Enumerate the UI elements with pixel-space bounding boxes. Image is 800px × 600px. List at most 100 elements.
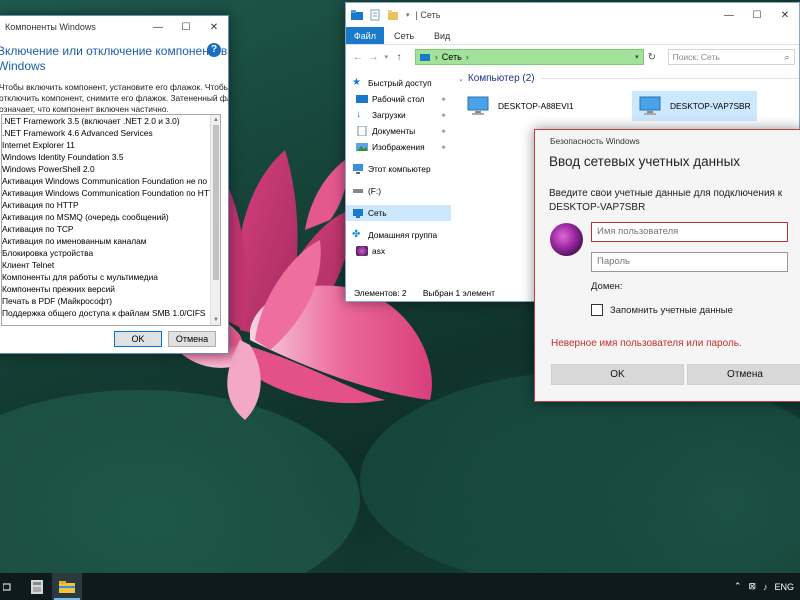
feature-item[interactable]: Компоненты прежних версий [2, 283, 220, 295]
close-icon[interactable]: ✕ [771, 4, 799, 26]
search-input[interactable]: Поиск: Сеть ⌕ [667, 49, 795, 65]
breadcrumb-separator-icon: › [465, 52, 469, 62]
feature-item[interactable]: .NET Framework 3.5 (включает .NET 2.0 и … [2, 115, 220, 127]
refresh-icon[interactable]: ↻ [644, 52, 660, 63]
explorer-window-title: | Сеть [415, 10, 441, 20]
status-item-count: Элементов: 2 [354, 288, 407, 298]
feature-item[interactable]: Windows PowerShell 2.0 [2, 163, 220, 175]
qa-dropdown-icon[interactable]: ▾ [406, 11, 410, 19]
features-list[interactable]: .NET Framework 3.5 (включает .NET 2.0 и … [1, 114, 221, 326]
sidebar-item-pictures[interactable]: Изображения ✦ [346, 139, 451, 155]
feature-item[interactable]: Активация Windows Communication Foundati… [2, 187, 220, 199]
checkbox-box[interactable] [591, 304, 603, 316]
sidebar-item-label: Документы [372, 126, 416, 136]
address-dropdown-icon[interactable]: ▾ [631, 53, 643, 61]
maximize-icon[interactable]: ☐ [743, 4, 771, 26]
sidebar-item-this-pc[interactable]: Этот компьютер [346, 161, 451, 177]
desktop-folder-icon [356, 95, 368, 103]
feature-item[interactable]: Активация по MSMQ (очередь сообщений) [2, 211, 220, 223]
show-hidden-icons-icon[interactable]: ⌃ [734, 581, 742, 592]
feature-item[interactable]: Активация по именованным каналам [2, 235, 220, 247]
feature-item[interactable]: Windows Identity Foundation 3.5 [2, 151, 220, 163]
minimize-icon[interactable]: — [715, 4, 743, 26]
taskbar-explorer-app[interactable] [52, 573, 82, 600]
up-arrow-icon[interactable]: ↑ [391, 52, 407, 63]
back-arrow-icon[interactable]: ← [350, 52, 366, 63]
feature-item[interactable]: Internet Explorer 11 [2, 139, 220, 151]
features-ok-button[interactable]: OK [114, 331, 162, 347]
feature-item[interactable]: Блокировка устройства [2, 247, 220, 259]
tab-file[interactable]: Файл [346, 27, 384, 44]
sidebar-item-network[interactable]: Сеть [346, 205, 451, 221]
close-icon[interactable]: ✕ [200, 16, 228, 38]
dialog-heading: Ввод сетевых учетных данных [549, 154, 741, 169]
search-icon[interactable]: ⌕ [780, 52, 794, 63]
sidebar-item-asx[interactable]: asx [346, 243, 451, 259]
maximize-icon[interactable]: ☐ [172, 16, 200, 38]
remember-label: Запомнить учетные данные [610, 304, 733, 316]
taskbar: ⌃ ⊠ ♪ ENG [0, 573, 800, 600]
breadcrumb-separator-icon: › [434, 52, 438, 62]
remember-credentials-checkbox[interactable]: Запомнить учетные данные [591, 304, 733, 316]
task-view-button[interactable] [0, 573, 16, 600]
prompt-target: DESKTOP-VAP7SBR [549, 202, 646, 213]
credentials-ok-button[interactable]: OK [551, 364, 684, 385]
help-icon[interactable]: ? [207, 43, 221, 57]
feature-item[interactable]: .NET Framework 4.6 Advanced Services [2, 127, 220, 139]
properties-icon[interactable] [368, 9, 382, 21]
computer-item-selected[interactable]: DESKTOP-VAP7SBR [632, 91, 757, 121]
feature-item[interactable]: Клиент Telnet [2, 259, 220, 271]
taskbar-features-app[interactable] [22, 573, 52, 600]
system-tray: ⌃ ⊠ ♪ ENG [727, 581, 800, 592]
description-line: Чтобы включить компонент, установите его… [0, 82, 228, 92]
group-header[interactable]: ⌄ Компьютер (2) [452, 69, 799, 84]
explorer-title-text: Сеть [420, 10, 441, 20]
feature-item[interactable]: Активация Windows Communication Foundati… [2, 175, 220, 187]
features-titlebar[interactable]: Компоненты Windows — ☐ ✕ [0, 16, 228, 38]
feature-item[interactable]: Поддержка общего доступа к файлам SMB 1.… [2, 307, 220, 319]
recent-dropdown-icon[interactable]: ▾ [381, 53, 391, 61]
network-status-icon[interactable]: ⊠ [748, 581, 756, 592]
sidebar-item-label: Загрузки [372, 110, 406, 120]
address-bar[interactable]: › Сеть › ▾ [414, 49, 644, 65]
forward-arrow-icon[interactable]: → [366, 52, 382, 63]
feature-item[interactable]: Активация по TCP [2, 223, 220, 235]
task-view-icon [3, 583, 11, 590]
scroll-down-icon[interactable]: ▼ [211, 315, 220, 325]
sidebar-item-label: Рабочий стол [372, 94, 425, 104]
volume-icon[interactable]: ♪ [763, 582, 768, 592]
chevron-down-icon[interactable]: ⌄ [458, 75, 464, 83]
dialog-prompt: Введите свои учетные данные для подключе… [535, 169, 800, 215]
minimize-icon[interactable]: — [144, 16, 172, 38]
sidebar-item-downloads[interactable]: ↓ Загрузки ✦ [346, 107, 451, 123]
computer-item[interactable]: DESKTOP-A88EVI1 [460, 91, 580, 121]
documents-icon [357, 126, 367, 136]
features-cancel-button[interactable]: Отмена [168, 331, 216, 347]
user-icon [356, 246, 368, 256]
tab-network[interactable]: Сеть [384, 27, 424, 44]
sidebar-item-label: Домашняя группа [368, 230, 438, 240]
address-text[interactable]: Сеть [442, 52, 462, 62]
explorer-titlebar[interactable]: ▾ | Сеть — ☐ ✕ [346, 3, 799, 27]
tab-view[interactable]: Вид [424, 27, 460, 44]
feature-item[interactable]: Компоненты для работы с мультимедиа [2, 271, 220, 283]
sidebar-item-quick-access[interactable]: ★ Быстрый доступ [346, 75, 451, 91]
password-field[interactable]: Пароль [591, 252, 788, 272]
username-field[interactable]: Имя пользователя [591, 222, 788, 242]
feature-item[interactable]: Печать в PDF (Майкрософт) [2, 295, 220, 307]
scroll-up-icon[interactable]: ▲ [211, 115, 220, 125]
sidebar-item-drive-f[interactable]: (F:) [346, 183, 451, 199]
language-indicator[interactable]: ENG [774, 582, 794, 592]
new-folder-icon[interactable] [386, 9, 400, 21]
computer-icon [639, 96, 661, 115]
sidebar-item-desktop[interactable]: Рабочий стол ✦ [346, 91, 451, 107]
scrollbar-thumb[interactable] [213, 125, 219, 280]
features-scrollbar[interactable]: ▲ ▼ [210, 115, 220, 325]
drive-icon [353, 189, 363, 193]
feature-item[interactable]: Активация по HTTP [2, 199, 220, 211]
sidebar-item-label: asx [372, 246, 386, 256]
sidebar-item-homegroup[interactable]: ✤ Домашняя группа [346, 227, 451, 243]
sidebar-item-documents[interactable]: Документы ✦ [346, 123, 451, 139]
sidebar-item-label: Этот компьютер [368, 164, 431, 174]
credentials-cancel-button[interactable]: Отмена [687, 364, 800, 385]
